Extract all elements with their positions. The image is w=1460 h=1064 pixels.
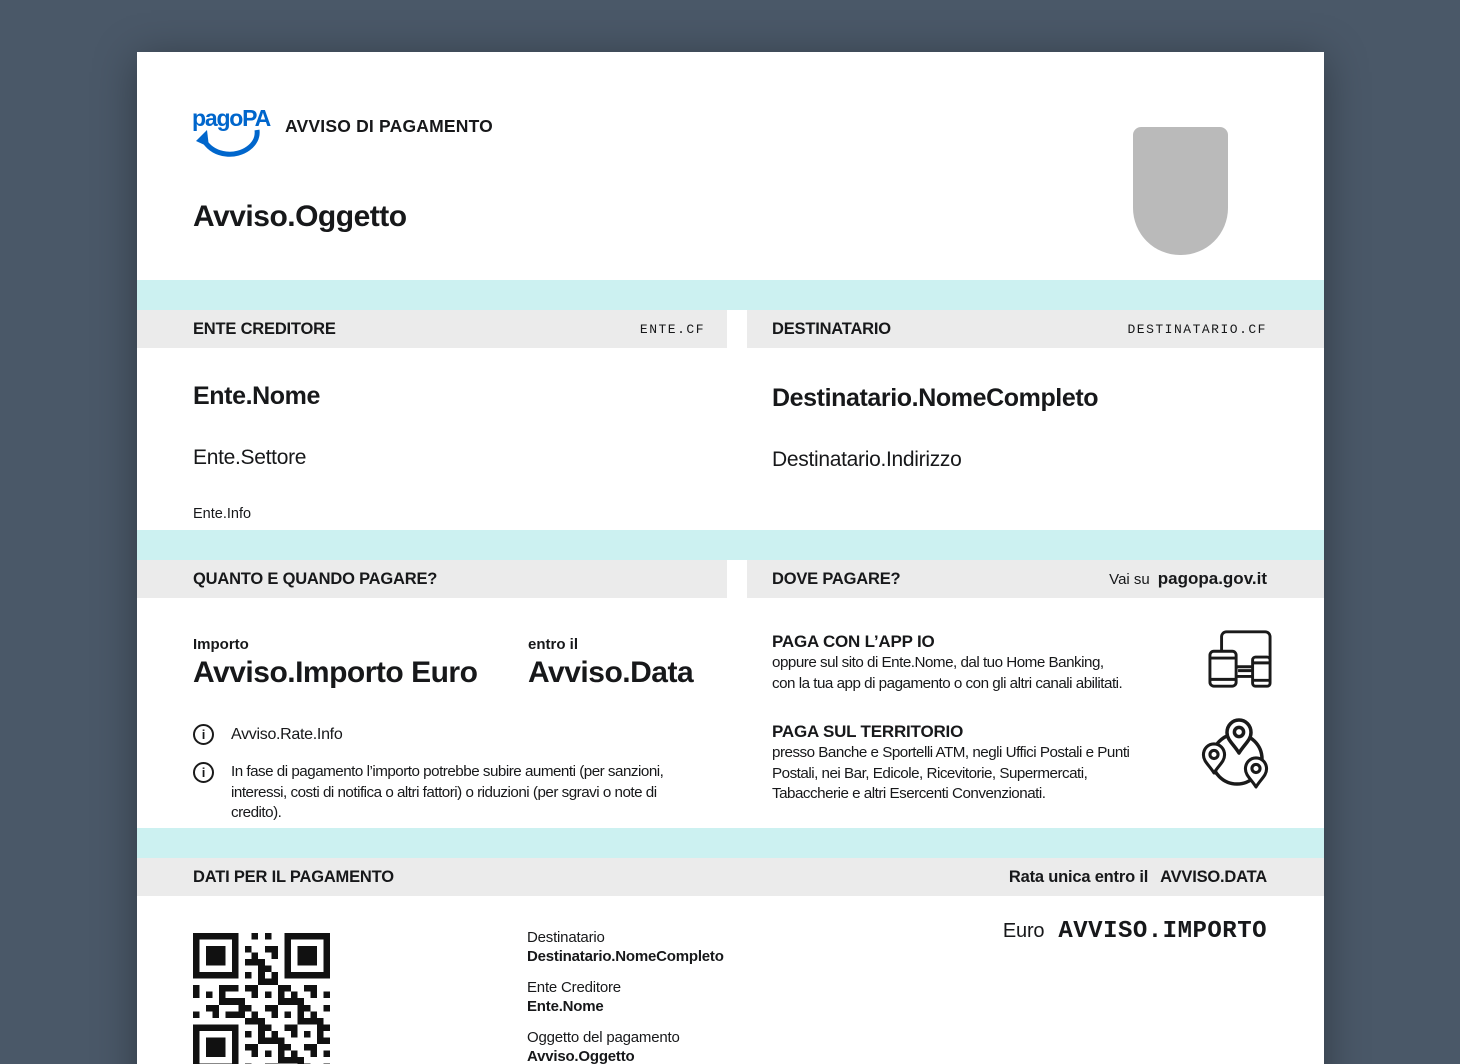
- destinatario-indirizzo: Destinatario.Indirizzo: [772, 448, 962, 472]
- ente-creditore-label: ENTE CREDITORE: [193, 320, 336, 339]
- field-value: Avviso.Oggetto: [527, 1047, 724, 1064]
- vai-su-group: Vai su pagopa.gov.it: [1109, 569, 1267, 589]
- divider-stripe: [137, 530, 1324, 560]
- disclaimer-line: In fase di pagamento l’importo potrebbe …: [231, 762, 663, 783]
- notice-subject: Avviso.Oggetto: [193, 200, 407, 234]
- rata-unica-label: Rata unica entro il: [1009, 868, 1148, 887]
- field-oggetto: Oggetto del pagamento Avviso.Oggetto: [527, 1028, 724, 1064]
- svg-text:pagoPA: pagoPA: [192, 105, 271, 131]
- dati-header-bar: DATI PER IL PAGAMENTO Rata unica entro i…: [137, 858, 1324, 896]
- quanto-header-bar: QUANTO E QUANDO PAGARE?: [137, 560, 727, 598]
- disclaimer-row: i In fase di pagamento l’importo potrebb…: [193, 762, 663, 824]
- divider-stripe: [137, 280, 1324, 310]
- disclaimer-line: credito).: [231, 803, 663, 824]
- paga-app-line: oppure sul sito di Ente.Nome, dal tuo Ho…: [772, 653, 1122, 674]
- pagopa-logo: pagoPA: [191, 104, 271, 166]
- importo-amount-value: AVVISO.IMPORTO: [1058, 918, 1267, 945]
- map-pins-icon: [1201, 716, 1273, 794]
- disclaimer-text: In fase di pagamento l’importo potrebbe …: [231, 762, 663, 824]
- rate-info-row: i Avviso.Rate.Info: [193, 724, 342, 745]
- dove-label: DOVE PAGARE?: [772, 570, 900, 589]
- app-background: { "colors":{"bg":"#4A5868","stripe":"#CC…: [0, 0, 1460, 1064]
- entro-il-value: Avviso.Data: [528, 656, 693, 690]
- payment-fields: Destinatario Destinatario.NomeCompleto E…: [527, 928, 724, 1064]
- divider-stripe: [137, 828, 1324, 858]
- paga-app-text: oppure sul sito di Ente.Nome, dal tuo Ho…: [772, 653, 1122, 694]
- destinatario-header-bar: DESTINATARIO DESTINATARIO.CF: [747, 310, 1324, 348]
- quanto-label: QUANTO E QUANDO PAGARE?: [193, 570, 437, 589]
- paga-territorio-line: Postali, nei Bar, Edicole, Ricevitorie, …: [772, 764, 1129, 785]
- rata-unica-group: Rata unica entro il AVVISO.DATA: [1009, 868, 1267, 887]
- paga-territorio-text: presso Banche e Sportelli ATM, negli Uff…: [772, 743, 1129, 805]
- field-label: Destinatario: [527, 928, 724, 947]
- field-value: Destinatario.NomeCompleto: [527, 947, 724, 966]
- entro-il-label: entro il: [528, 636, 578, 653]
- pagopa-site-text: pagopa.gov.it: [1158, 569, 1267, 589]
- qr-code: [193, 933, 330, 1064]
- disclaimer-line: interessi, costi di notifica o altri fat…: [231, 783, 663, 804]
- info-icon: i: [193, 762, 214, 783]
- destinatario-label: DESTINATARIO: [772, 320, 891, 339]
- pagopa-logo-icon: pagoPA: [191, 104, 271, 166]
- ente-cf-value: ENTE.CF: [640, 322, 705, 337]
- dove-header-bar: DOVE PAGARE? Vai su pagopa.gov.it: [747, 560, 1324, 598]
- destinatario-cf-value: DESTINATARIO.CF: [1127, 322, 1267, 337]
- ente-info: Ente.Info: [193, 506, 251, 522]
- logo-placeholder-shield: [1133, 127, 1228, 255]
- importo-label: Importo: [193, 636, 249, 653]
- rata-data-value: AVVISO.DATA: [1160, 868, 1267, 887]
- rate-info-text: Avviso.Rate.Info: [231, 724, 342, 744]
- dati-label: DATI PER IL PAGAMENTO: [193, 868, 394, 887]
- vai-su-text: Vai su: [1109, 571, 1150, 588]
- field-ente-creditore: Ente Creditore Ente.Nome: [527, 978, 724, 1016]
- field-label: Ente Creditore: [527, 978, 724, 997]
- paga-territorio-line: Tabaccherie e altri Esercenti Convenzion…: [772, 784, 1129, 805]
- importo-value: Avviso.Importo Euro: [193, 656, 477, 690]
- paga-territorio-title: PAGA SUL TERRITORIO: [772, 722, 963, 742]
- payment-notice-page: pagoPA AVVISO DI PAGAMENTO Avviso.Oggett…: [137, 52, 1324, 1064]
- ente-creditore-header-bar: ENTE CREDITORE ENTE.CF: [137, 310, 727, 348]
- paga-territorio-line: presso Banche e Sportelli ATM, negli Uff…: [772, 743, 1129, 764]
- field-destinatario: Destinatario Destinatario.NomeCompleto: [527, 928, 724, 966]
- ente-nome: Ente.Nome: [193, 382, 320, 411]
- info-icon: i: [193, 724, 214, 745]
- document-title: AVVISO DI PAGAMENTO: [285, 116, 493, 137]
- paga-app-title: PAGA CON L’APP IO: [772, 632, 935, 652]
- qr-code-icon: [193, 933, 330, 1064]
- euro-amount-row: Euro AVVISO.IMPORTO: [1003, 918, 1267, 945]
- devices-icon: [1208, 629, 1272, 689]
- ente-settore: Ente.Settore: [193, 446, 306, 470]
- destinatario-nome: Destinatario.NomeCompleto: [772, 384, 1098, 413]
- field-value: Ente.Nome: [527, 997, 724, 1016]
- euro-label: Euro: [1003, 920, 1044, 943]
- paga-app-line: con la tua app di pagamento o con gli al…: [772, 674, 1122, 695]
- field-label: Oggetto del pagamento: [527, 1028, 724, 1047]
